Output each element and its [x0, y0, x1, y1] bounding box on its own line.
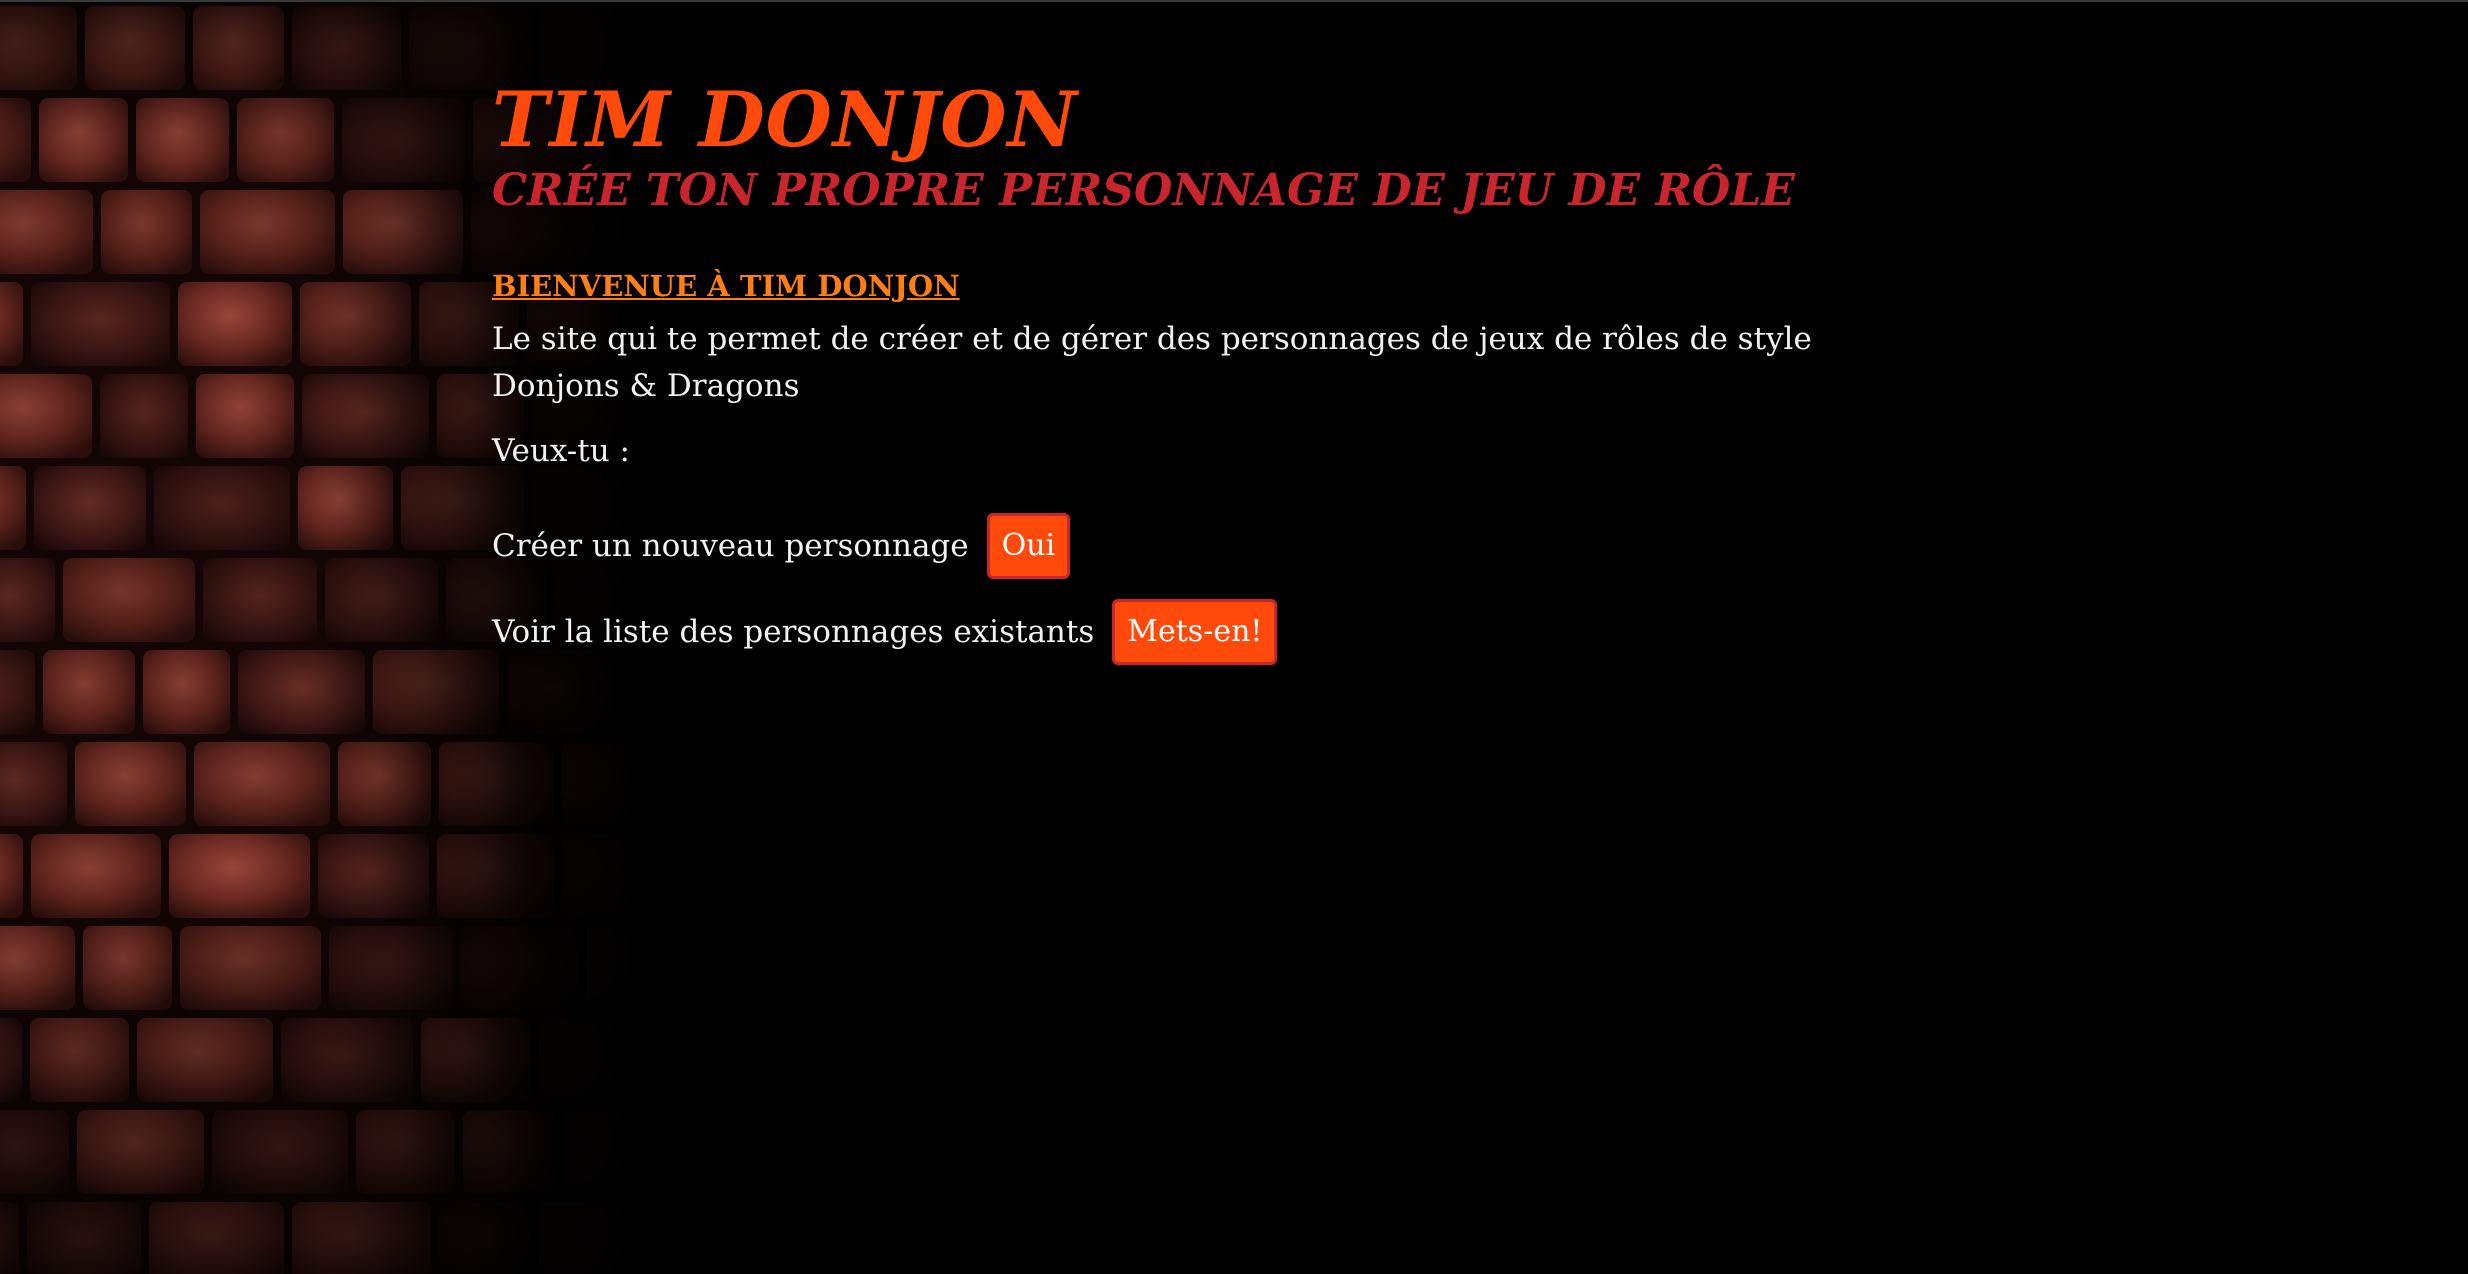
wall-stone [461, 926, 577, 1010]
wall-stone [0, 650, 35, 734]
site-title: TIM DONJON [492, 75, 1078, 164]
create-character-label: Créer un nouveau personnage [492, 527, 969, 564]
wall-stone [154, 466, 290, 550]
wall-stone [302, 374, 429, 458]
wall-stone [34, 466, 146, 550]
wall-stone [292, 1202, 431, 1274]
wall-stone [193, 6, 284, 90]
wall-stone [31, 282, 170, 366]
wall-stone [101, 190, 192, 274]
wall-stone [169, 834, 310, 918]
wall-stone [100, 374, 188, 458]
wall-stone [0, 190, 93, 274]
wall-stone [180, 926, 321, 1010]
wall-stone [637, 1020, 640, 1100]
wall-stone [0, 466, 26, 550]
wall-stone [343, 190, 463, 274]
page: TIM DONJON CRÉE TON PROPRE PERSONNAGE DE… [0, 0, 2468, 1274]
wall-stone [564, 1110, 640, 1194]
wall-stone [0, 834, 23, 918]
wall-stone [136, 98, 229, 182]
wall-stone [439, 1202, 530, 1274]
wall-stone [0, 1110, 69, 1194]
wall-stone [39, 98, 128, 182]
wall-stone [83, 926, 172, 1010]
wall-stone [43, 650, 135, 734]
wall-stone [342, 98, 465, 182]
wall-stone [194, 742, 330, 826]
wall-stone [0, 98, 31, 182]
wall-stone [196, 374, 294, 458]
welcome-heading: BIENVENUE À TIM DONJON [492, 269, 960, 303]
wall-stone [27, 1202, 141, 1274]
wall-stone [31, 834, 161, 918]
wall-stone [300, 282, 411, 366]
wall-stone [178, 282, 292, 366]
wall-stone [143, 650, 230, 734]
wall-stone [421, 1018, 530, 1102]
wall-stone [538, 1018, 629, 1102]
wall-stone [85, 6, 185, 90]
wall-stone [203, 558, 317, 642]
site-subtitle: CRÉE TON PROPRE PERSONNAGE DE JEU DE RÔL… [492, 165, 1795, 216]
list-characters-button[interactable]: Mets-en! [1112, 599, 1278, 665]
wall-stone [0, 926, 75, 1010]
wall-stone [338, 742, 431, 826]
wall-stone [561, 742, 640, 826]
wall-stone [298, 466, 393, 550]
wall-stone [77, 1110, 204, 1194]
wall-stone [0, 742, 67, 826]
wall-stone [281, 1018, 413, 1102]
prompt-text: Veux-tu : [492, 433, 630, 469]
wall-stone [63, 558, 195, 642]
wall-stone [562, 834, 640, 918]
wall-stone [212, 1110, 348, 1194]
wall-stone [439, 742, 553, 826]
wall-stone [325, 558, 438, 642]
wall-stone [237, 98, 334, 182]
wall-stone [0, 1202, 19, 1274]
wall-stone [0, 6, 77, 90]
create-character-row: Créer un nouveau personnage Oui [492, 513, 1992, 579]
wall-stone [149, 1202, 284, 1274]
wall-stone [238, 650, 365, 734]
wall-stone [0, 558, 55, 642]
intro-text: Le site qui te permet de créer et de gér… [492, 321, 1812, 404]
wall-stone [585, 926, 640, 1010]
wall-stone [329, 926, 453, 1010]
wall-stone [538, 1202, 640, 1274]
wall-stone [0, 282, 23, 366]
wall-stone [30, 1018, 129, 1102]
main-content: TIM DONJON CRÉE TON PROPRE PERSONNAGE DE… [492, 76, 1992, 665]
wall-stone [373, 650, 499, 734]
create-character-button[interactable]: Oui [986, 513, 1071, 579]
list-characters-row: Voir la liste des personnages existants … [492, 599, 1992, 665]
wall-stone [200, 190, 335, 274]
list-characters-label: Voir la liste des personnages existants [492, 613, 1095, 650]
wall-stone [318, 834, 429, 918]
wall-stone [463, 1110, 556, 1194]
wall-stone [0, 1018, 22, 1102]
wall-stone [437, 834, 554, 918]
wall-stone [356, 1110, 455, 1194]
wall-stone [292, 6, 401, 90]
wall-stone [75, 742, 186, 826]
wall-stone [0, 374, 92, 458]
wall-stone [137, 1018, 273, 1102]
